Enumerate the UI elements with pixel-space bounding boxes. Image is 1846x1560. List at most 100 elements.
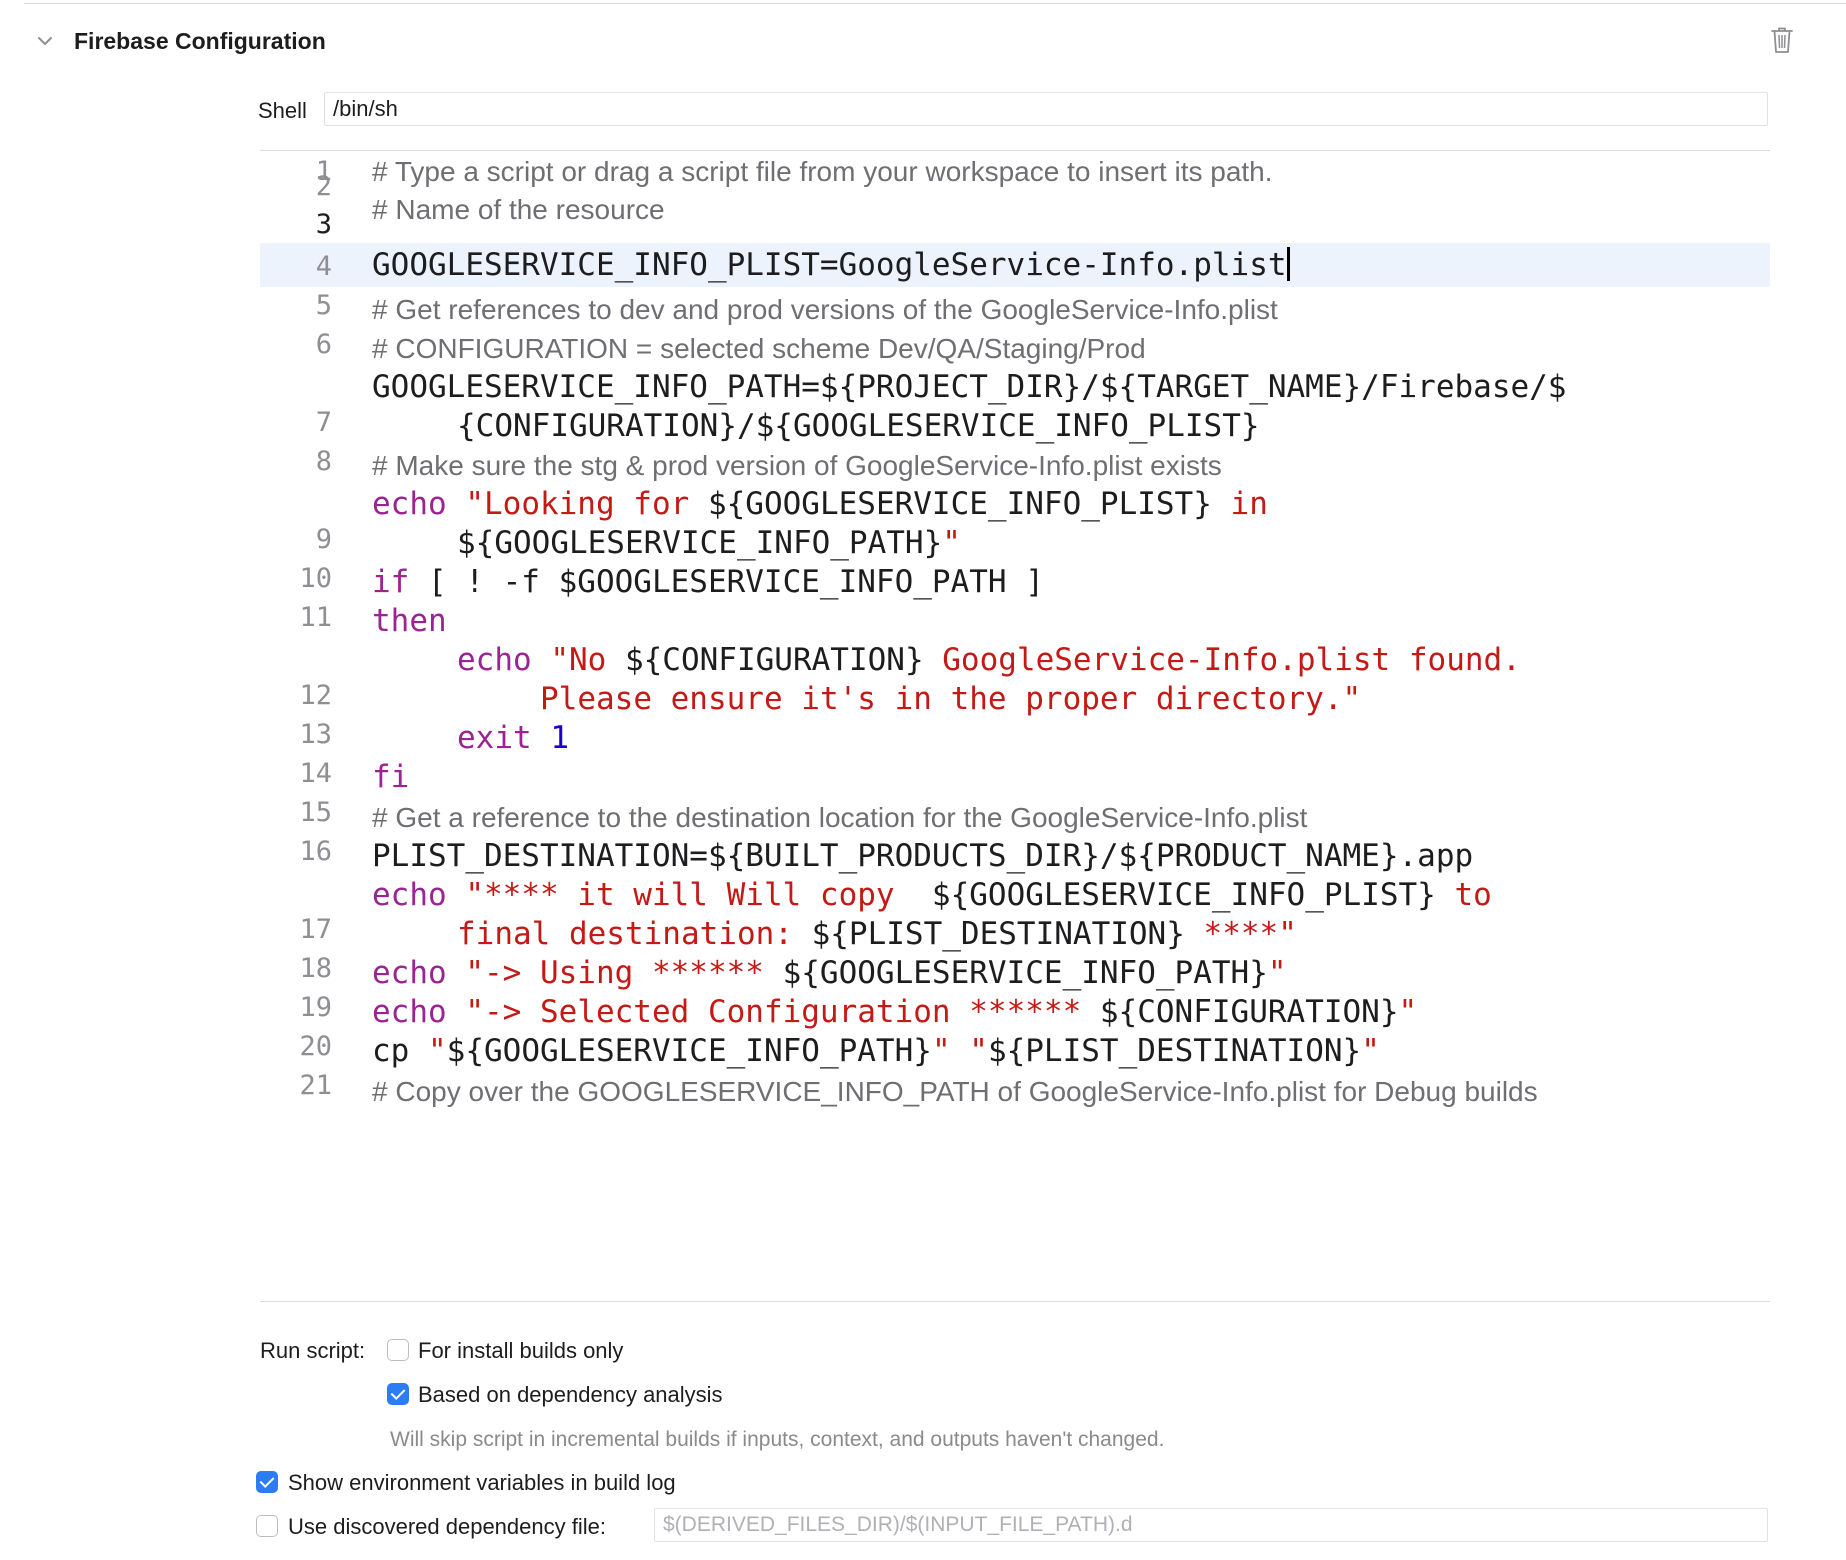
- variable: ${GOOGLESERVICE_INFO_PLIST}: [931, 877, 1436, 913]
- variable: ${PLIST_DESTINATION}: [987, 1033, 1362, 1069]
- code-text: GOOGLESERVICE_INFO_PLIST=GoogleService-I…: [372, 247, 1287, 283]
- line-number: 8: [315, 446, 332, 477]
- variable: ${GOOGLESERVICE_INFO_PATH}: [782, 955, 1268, 991]
- string: final destination:: [457, 916, 812, 952]
- line-number-current: 3: [315, 209, 332, 240]
- line-number: 10: [299, 563, 332, 594]
- trash-icon[interactable]: [1770, 26, 1794, 54]
- line-number: 2: [315, 171, 332, 202]
- string: "Looking for: [465, 486, 708, 522]
- text-caret: [1286, 247, 1290, 281]
- keyword: exit: [457, 720, 532, 756]
- keyword: echo: [372, 486, 447, 522]
- keyword: echo: [457, 642, 532, 678]
- code-line: fi: [372, 759, 409, 795]
- dependency-analysis-checkbox[interactable]: [387, 1383, 409, 1405]
- script-editor[interactable]: 1 2 3 4 5 6 7 8 9 10 11 12 13 14 15 16 1…: [260, 150, 1770, 1302]
- top-divider: [24, 3, 1846, 4]
- dependency-file-input[interactable]: [654, 1508, 1768, 1542]
- dependency-analysis-label[interactable]: Based on dependency analysis: [418, 1382, 723, 1408]
- show-env-vars-label[interactable]: Show environment variables in build log: [288, 1470, 676, 1496]
- string: Please ensure it's in the proper directo…: [540, 681, 1362, 717]
- show-env-vars-checkbox[interactable]: [256, 1471, 278, 1493]
- chevron-down-icon[interactable]: [36, 32, 54, 50]
- keyword: echo: [372, 877, 447, 913]
- code-line: cp "${GOOGLESERVICE_INFO_PATH}" "${PLIST…: [372, 1033, 1380, 1069]
- variable: ${GOOGLESERVICE_INFO_PATH}: [457, 525, 943, 561]
- code-line: echo "**** it will Will copy ${GOOGLESER…: [372, 877, 1492, 913]
- line-number: 4: [315, 251, 332, 282]
- code-line-comment: # Make sure the stg & prod version of Go…: [372, 450, 1222, 481]
- string: "-> Selected Configuration ******: [465, 994, 1100, 1030]
- code-line: if [ ! -f $GOOGLESERVICE_INFO_PATH ]: [372, 564, 1044, 600]
- code-line-wrap: final destination: ${PLIST_DESTINATION} …: [457, 916, 1297, 952]
- variable: ${CONFIGURATION}: [1099, 994, 1399, 1030]
- code-line-comment: # Type a script or drag a script file fr…: [372, 156, 1273, 187]
- keyword: if: [372, 564, 410, 600]
- line-number: 11: [299, 602, 332, 633]
- line-number: 15: [299, 797, 332, 828]
- string: ": [1267, 955, 1287, 991]
- discovered-dep-file-checkbox[interactable]: [256, 1515, 278, 1537]
- code-line: echo "Looking for ${GOOGLESERVICE_INFO_P…: [372, 486, 1268, 522]
- string: ": [1361, 1033, 1380, 1069]
- code-line-current: GOOGLESERVICE_INFO_PLIST=GoogleService-I…: [372, 247, 1290, 283]
- code-line-comment: # Get references to dev and prod version…: [372, 294, 1278, 325]
- line-number: 20: [299, 1031, 332, 1062]
- code-text: {CONFIGURATION}/${GOOGLESERVICE_INFO_PLI…: [457, 408, 1260, 444]
- code-line: then: [372, 603, 447, 639]
- code-line-comment: # CONFIGURATION = selected scheme Dev/QA…: [372, 333, 1146, 364]
- keyword: echo: [372, 955, 447, 991]
- string: ****": [1184, 916, 1297, 952]
- string: "No: [550, 642, 625, 678]
- string: to: [1435, 877, 1492, 913]
- build-phase-header: Firebase Configuration: [0, 22, 1846, 62]
- code-text: GOOGLESERVICE_INFO_PATH=${PROJECT_DIR}/$…: [372, 369, 1567, 405]
- shell-label: Shell: [258, 98, 307, 123]
- string: "**** it will Will copy: [465, 877, 932, 913]
- code-line: echo "-> Using ****** ${GOOGLESERVICE_IN…: [372, 955, 1287, 991]
- line-number: 17: [299, 914, 332, 945]
- string: GoogleService-Info.plist found.: [923, 642, 1521, 678]
- shell-input[interactable]: [324, 92, 1768, 126]
- keyword: then: [372, 603, 447, 639]
- string: in: [1211, 486, 1268, 522]
- line-number: 9: [315, 524, 332, 555]
- variable: ${PLIST_DESTINATION}: [811, 916, 1185, 952]
- run-script-label: Run script:: [260, 1338, 366, 1363]
- line-number: 16: [299, 836, 332, 867]
- line-number: 13: [299, 719, 332, 750]
- variable: ${CONFIGURATION}: [624, 642, 924, 678]
- line-number: 18: [299, 953, 332, 984]
- line-number: 7: [315, 407, 332, 438]
- string: ": [942, 525, 961, 561]
- code-line-comment: # Copy over the GOOGLESERVICE_INFO_PATH …: [372, 1076, 1538, 1107]
- install-builds-only-checkbox[interactable]: [387, 1339, 409, 1361]
- line-number: 21: [299, 1070, 332, 1101]
- install-builds-only-label[interactable]: For install builds only: [418, 1338, 623, 1364]
- code-text: PLIST_DESTINATION=${BUILT_PRODUCTS_DIR}/…: [372, 838, 1474, 874]
- keyword: echo: [372, 994, 447, 1030]
- code-line-comment: # Name of the resource: [372, 194, 665, 225]
- line-number: 12: [299, 680, 332, 711]
- number: 1: [550, 720, 569, 756]
- variable: ${GOOGLESERVICE_INFO_PLIST}: [707, 486, 1212, 522]
- code-line: echo "-> Selected Configuration ****** $…: [372, 994, 1417, 1030]
- line-number: 5: [315, 290, 332, 321]
- code-text: [ ! -f $GOOGLESERVICE_INFO_PATH ]: [409, 564, 1044, 600]
- line-number: 14: [299, 758, 332, 789]
- keyword: fi: [372, 759, 410, 795]
- string: "-> Using ******: [465, 955, 783, 991]
- code-line-comment: # Get a reference to the destination loc…: [372, 802, 1308, 833]
- phase-title[interactable]: Firebase Configuration: [74, 28, 326, 55]
- code-line: echo "No ${CONFIGURATION} GoogleService-…: [457, 642, 1521, 678]
- line-number: 19: [299, 992, 332, 1023]
- code-line: exit 1: [457, 720, 569, 756]
- discovered-dep-file-label[interactable]: Use discovered dependency file:: [288, 1514, 606, 1540]
- string: ": [428, 1033, 447, 1069]
- code-line-wrap: ${GOOGLESERVICE_INFO_PATH}": [457, 525, 961, 561]
- variable: ${GOOGLESERVICE_INFO_PATH}: [446, 1033, 932, 1069]
- dependency-analysis-note: Will skip script in incremental builds i…: [390, 1428, 1165, 1451]
- string: ": [1398, 994, 1418, 1030]
- line-number: 6: [315, 329, 332, 360]
